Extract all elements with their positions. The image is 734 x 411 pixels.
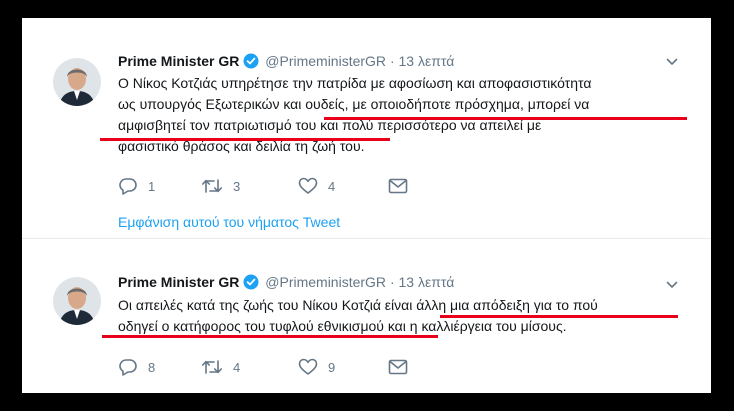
timestamp[interactable]: 13 λεπτά [399,274,455,290]
reply-icon [118,177,138,195]
author-handle[interactable]: @PrimeministerGR [265,274,386,290]
reply-count: 1 [148,178,156,194]
chevron-down-icon[interactable] [665,278,679,292]
retweet-count: 4 [233,359,241,375]
author-handle[interactable]: @PrimeministerGR [265,53,386,69]
tweet-header: Prime Minister GR @PrimeministerGR · 13 … [118,52,454,73]
separator-dot: · [389,53,395,69]
tweet-text: Ο Νίκος Κοτζιάς υπηρέτησε την πατρίδα με… [118,73,688,157]
red-underline-mark [324,117,687,120]
heart-icon [298,177,318,195]
show-thread-link[interactable]: Εμφάνιση αυτού του νήματος Tweet [118,214,340,230]
author-name[interactable]: Prime Minister GR [118,53,239,69]
avatar[interactable] [53,277,101,325]
verified-badge-icon [243,274,259,294]
red-underline-mark [102,335,438,338]
retweet-button[interactable]: 4 [201,357,240,377]
like-count: 9 [328,359,336,375]
like-button[interactable]: 9 [298,357,335,377]
tweet-thread-panel: Prime Minister GR @PrimeministerGR · 13 … [22,18,711,393]
retweet-icon [201,177,223,195]
tweet-header: Prime Minister GR @PrimeministerGR · 13 … [118,273,454,294]
reply-icon [118,358,138,376]
retweet-count: 3 [233,178,241,194]
direct-message-button[interactable] [388,176,408,196]
red-underline-mark [440,315,678,318]
tweet-2[interactable]: Prime Minister GR @PrimeministerGR · 13 … [22,240,711,393]
retweet-icon [201,358,223,376]
red-underline-mark [100,138,390,141]
tweet-text-line: οδηγεί ο κατήφορος του τυφλού εθνικισμού… [118,318,567,334]
direct-message-button[interactable] [388,357,408,377]
tweet-text-line: ως υπουργός Εξωτερικών και ουδείς, με οπ… [118,96,590,112]
tweet-divider [22,238,711,239]
retweet-button[interactable]: 3 [201,176,240,196]
tweet-text-line: Οι απειλές κατά της ζωής του Νίκου Κοτζι… [118,297,598,313]
reply-button[interactable]: 1 [118,176,155,196]
like-button[interactable]: 4 [298,176,335,196]
tweet-text-line: Ο Νίκος Κοτζιάς υπηρέτησε την πατρίδα με… [118,75,592,91]
reply-button[interactable]: 8 [118,357,155,377]
timestamp[interactable]: 13 λεπτά [399,53,455,69]
like-count: 4 [328,178,336,194]
avatar[interactable] [53,58,101,106]
verified-badge-icon [243,53,259,73]
chevron-down-icon[interactable] [665,55,679,69]
author-name[interactable]: Prime Minister GR [118,274,239,290]
envelope-icon [388,359,408,375]
reply-count: 8 [148,359,156,375]
separator-dot: · [389,274,395,290]
heart-icon [298,358,318,376]
tweet-1[interactable]: Prime Minister GR @PrimeministerGR · 13 … [22,18,711,238]
envelope-icon [388,178,408,194]
